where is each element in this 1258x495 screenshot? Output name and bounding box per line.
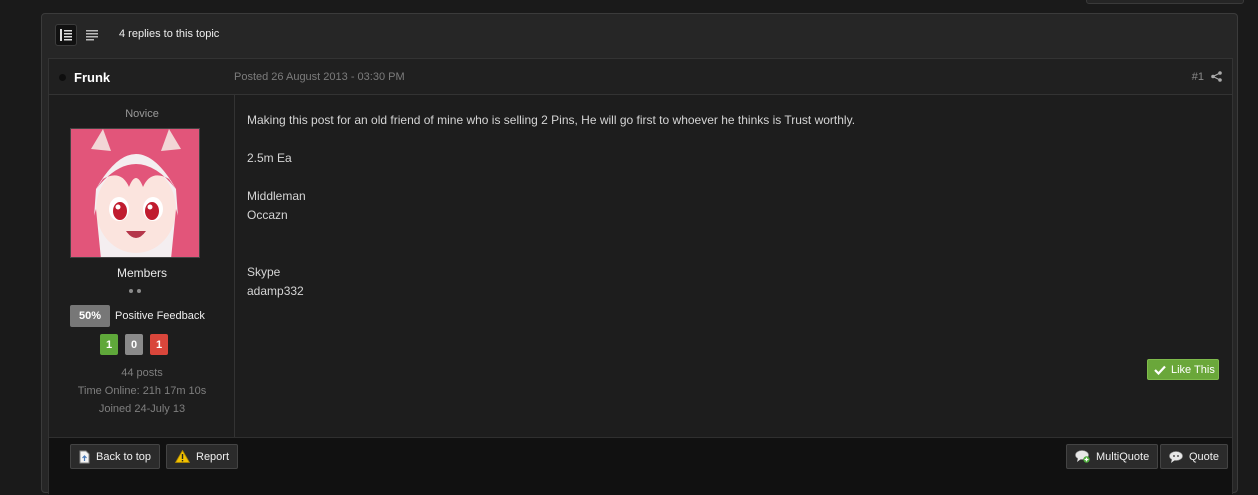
post-line: adamp332 [247,284,304,298]
list-view-button[interactable] [55,24,77,46]
avatar-image [71,129,199,257]
like-button[interactable]: Like This [1147,359,1219,380]
post-line: Making this post for an old friend of mi… [247,113,856,127]
post-number[interactable]: #1 [1192,71,1204,83]
quote-label: Quote [1189,450,1219,463]
post-line [247,168,855,187]
topic-container: 4 replies to this topic Frunk Posted 26 … [41,13,1238,495]
multiquote-label: MultiQuote [1096,450,1150,463]
rank-pips [129,289,141,293]
check-icon [1154,365,1166,375]
post: Frunk Posted 26 August 2013 - 03:30 PM #… [48,58,1233,495]
post-line [247,244,855,263]
post-count: 44 posts [121,367,163,379]
post-line [247,225,855,244]
back-to-top-button[interactable]: Back to top [70,444,161,469]
list-view-icon [60,29,72,41]
post-body: Making this post for an old friend of mi… [247,111,855,301]
warning-icon [175,450,190,463]
feedback-negative[interactable]: 1 [150,334,168,355]
feedback-percent: 50% [70,305,110,327]
like-label: Like This [1171,363,1215,376]
avatar[interactable] [70,128,200,258]
member-group: Members [116,266,167,280]
post-line: Skype [247,265,281,279]
status-dot-icon [59,74,66,81]
post-footer: Back to top Report MultiQuote Quote [49,437,1232,495]
quote-bubble-icon [1169,450,1183,463]
post-date: Posted 26 August 2013 - 03:30 PM [234,71,405,83]
post-header: Frunk Posted 26 August 2013 - 03:30 PM #… [49,59,1232,95]
report-label: Report [196,450,230,463]
post-line: 2.5m Ea [247,151,292,165]
member-rank: Novice [125,108,159,120]
replies-count: 4 replies to this topic [119,28,220,40]
quote-button[interactable]: Quote [1160,444,1228,469]
page-icon [79,450,90,463]
report-button[interactable]: Report [166,444,239,469]
post-line: Occazn [247,208,288,222]
feedback-positive[interactable]: 1 [100,334,118,355]
back-to-top-label: Back to top [96,450,152,463]
multiquote-button[interactable]: MultiQuote [1066,444,1159,469]
text-view-button[interactable] [81,24,103,46]
post-line: Middleman [247,189,306,203]
post-line [247,130,855,149]
share-icon[interactable] [1211,71,1222,82]
feedback-label: Positive Feedback [115,310,205,322]
time-online: Time Online: 21h 17m 10s [77,385,207,397]
text-view-icon [86,29,98,40]
author-name[interactable]: Frunk [74,70,110,85]
top-button-edge[interactable] [1086,0,1244,4]
author-info: Novice Members 50% Positive Feedback 1 0… [49,95,235,437]
feedback-neutral[interactable]: 0 [125,334,143,355]
join-date: Joined 24-July 13 [98,403,186,415]
multiquote-icon [1075,450,1090,463]
